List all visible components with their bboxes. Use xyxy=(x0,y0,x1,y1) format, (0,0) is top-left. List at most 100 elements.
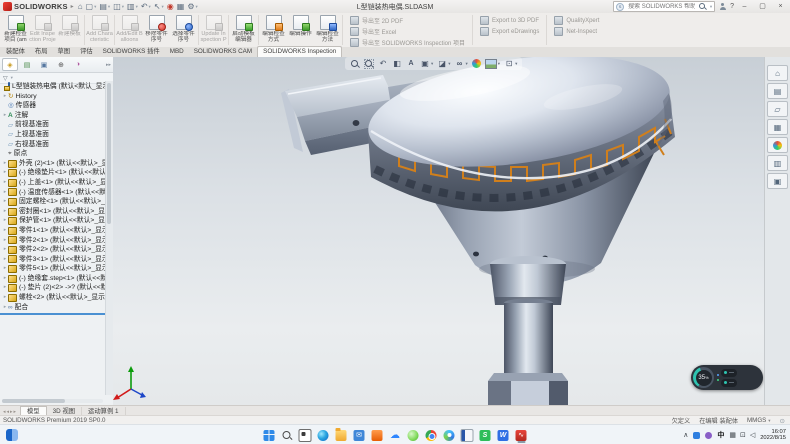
taskpane-file-explorer-button[interactable]: ▱ xyxy=(767,101,788,117)
tree-item[interactable]: ▸零件1<1> (默认<<默认>_显示状态 xyxy=(0,226,106,236)
view-settings-button[interactable]: ▾ xyxy=(504,59,517,69)
ribbon-tab-布局[interactable]: 布局 xyxy=(30,47,53,57)
ribbon-tab-SOLIDWORKS Inspection[interactable]: SOLIDWORKS Inspection xyxy=(257,46,342,57)
view-orientation-button[interactable]: ▾ xyxy=(420,59,433,69)
dropdown-caret-icon[interactable]: ▾ xyxy=(136,4,138,10)
panel-tab-property-manager[interactable]: ▤ xyxy=(19,58,35,71)
tree-item[interactable]: ▸A注解 xyxy=(0,111,106,121)
badge-toggle-icon[interactable] xyxy=(721,379,737,387)
badge-toggle-icon[interactable] xyxy=(721,369,737,377)
taskbar-mail-icon[interactable] xyxy=(352,427,367,443)
tray-chevron-icon[interactable]: ∧ xyxy=(683,431,688,439)
tree-item[interactable]: ▸↻History xyxy=(0,92,106,102)
taskbar-wps-icon[interactable] xyxy=(496,427,511,443)
tree-item[interactable]: ▸(-) 温度传感器<1> (默认<<默认>_ xyxy=(0,188,106,198)
ribbon-tab-MBD[interactable]: MBD xyxy=(165,47,189,57)
select-icon[interactable]: ↖▾ xyxy=(154,2,164,11)
ribbon-tab-评估[interactable]: 评估 xyxy=(75,47,98,57)
home-icon[interactable]: ⌂ xyxy=(78,2,83,11)
close-button[interactable]: × xyxy=(773,1,788,12)
volume-icon[interactable]: ◁ xyxy=(750,431,755,439)
search-input[interactable] xyxy=(626,3,697,11)
taskbar-clock[interactable]: 16:07 2022/8/15 xyxy=(760,429,786,442)
tree-item[interactable]: ▸零件2<2> (默认<<默认>_显示状 xyxy=(0,245,106,255)
dropdown-caret-icon[interactable]: ▾ xyxy=(448,61,450,67)
ribbon-tab-SOLIDWORKS 插件[interactable]: SOLIDWORKS 插件 xyxy=(98,47,165,57)
tray-app-blue-icon[interactable] xyxy=(693,432,700,439)
taskpane-forum-button[interactable]: ▣ xyxy=(767,173,788,189)
new-document-icon[interactable]: ▢▾ xyxy=(86,2,97,11)
help-button[interactable]: ? xyxy=(730,3,734,10)
ribbon-button-update-project[interactable]: Update Inspection Project xyxy=(200,13,227,47)
taskbar-app-s-green-icon[interactable] xyxy=(478,427,493,443)
ribbon-tab-装配体[interactable]: 装配体 xyxy=(1,47,30,57)
tree-item[interactable]: ▸(-) 绝缘垫片<1> (默认<<默认>_显 xyxy=(0,168,106,178)
tree-item[interactable]: ▸保护管<1> (默认<<默认>_显示状 xyxy=(0,216,106,226)
tree-horizontal-scrollbar[interactable] xyxy=(2,399,103,403)
ribbon-button-new-template[interactable]: 新建模板 xyxy=(56,13,83,47)
dropdown-caret-icon[interactable]: ▾ xyxy=(768,418,770,423)
ime-indicator[interactable]: 中 xyxy=(717,430,724,440)
export-item[interactable]: 导出至 Excel xyxy=(350,27,465,36)
panel-tab-feature-manager[interactable]: ◈ xyxy=(2,58,18,71)
ribbon-button-template-editor[interactable]: 启动模板编辑器 xyxy=(230,13,257,47)
ribbon-tab-SOLIDWORKS CAM[interactable]: SOLIDWORKS CAM xyxy=(189,47,257,57)
taskbar-browser-icon[interactable] xyxy=(442,427,457,443)
minimize-button[interactable]: – xyxy=(737,1,752,12)
tree-item[interactable]: ⌖原点 xyxy=(0,149,106,159)
panel-tab-display-manager[interactable]: ◑ xyxy=(70,58,86,71)
taskbar-task-view-icon[interactable] xyxy=(298,427,313,443)
search-caret-icon[interactable]: ▾ xyxy=(710,4,712,10)
tree-item[interactable]: ▱右视基准面 xyxy=(0,140,106,150)
input-grid-icon[interactable]: ▦ xyxy=(729,431,736,439)
options-icon[interactable]: ⚙▾ xyxy=(187,2,197,11)
ribbon-button-remove-balloons[interactable]: 移除零件序号 xyxy=(143,13,170,47)
taskbar-notes-app-icon[interactable] xyxy=(460,427,475,443)
restore-button[interactable]: ▢ xyxy=(755,1,770,12)
tree-root-item[interactable]: L型铠装热电偶 (默认<默认_显示状态-1 xyxy=(0,82,106,92)
ribbon-button-new-project[interactable]: 新建检查项目 (amp;N) xyxy=(2,13,29,47)
graphics-viewport[interactable]: ▾▾▾▾▾ 35% xyxy=(113,57,765,405)
export-item[interactable]: Export eDrawings xyxy=(480,27,539,36)
dropdown-caret-icon[interactable]: ▾ xyxy=(196,4,198,10)
taskbar-chrome-icon[interactable] xyxy=(424,427,439,443)
ribbon-button-edit-project[interactable]: Edit Inspection Project xyxy=(29,13,56,47)
tree-item[interactable]: ▸固定螺栓<1> (默认<<默认>_显示 xyxy=(0,197,106,207)
taskpane-appearances-scenes-button[interactable] xyxy=(767,137,788,153)
export-item[interactable]: QualityXpert xyxy=(554,16,599,25)
taskbar-app-green-icon[interactable] xyxy=(406,427,421,443)
section-view-button[interactable] xyxy=(392,59,402,69)
panel-tab-dimxpert-manager[interactable]: ⊕ xyxy=(53,58,69,71)
tree-item[interactable]: ▱上视基准面 xyxy=(0,130,106,140)
viewport-3d-model[interactable] xyxy=(113,57,765,405)
export-item[interactable]: 导出至 SOLIDWORKS Inspection 项目 xyxy=(350,38,465,47)
taskpane-custom-properties-button[interactable]: ▥ xyxy=(767,155,788,171)
tree-item[interactable]: ◎传感器 xyxy=(0,101,106,111)
tray-app-purple-icon[interactable] xyxy=(705,432,712,439)
scroll-thumb[interactable] xyxy=(107,83,111,224)
protection-tube[interactable] xyxy=(504,299,553,384)
taskbar-app-orange-icon[interactable] xyxy=(370,427,385,443)
tree-item[interactable]: ▸(-) 上盖<1> (默认<<默认>_显示状 xyxy=(0,178,106,188)
dropdown-caret-icon[interactable]: ▾ xyxy=(466,61,468,67)
dropdown-caret-icon[interactable]: ▾ xyxy=(94,4,96,10)
display-connect-icon[interactable]: ⊡ xyxy=(740,431,746,439)
tree-vertical-scrollbar[interactable] xyxy=(105,81,113,395)
tree-splitter-bar[interactable] xyxy=(0,313,106,315)
export-item[interactable]: 导出至 2D PDF xyxy=(350,16,465,25)
taskpane-solidworks-resources-button[interactable]: ⌂ xyxy=(767,65,788,81)
hex-nut[interactable] xyxy=(488,373,568,405)
dropdown-caret-icon[interactable]: ▾ xyxy=(431,61,433,67)
export-item[interactable]: Export to 3D PDF xyxy=(480,16,539,25)
taskbar-cloud-drive-icon[interactable] xyxy=(388,427,403,443)
panel-tab-configuration-manager[interactable]: ▣ xyxy=(36,58,52,71)
taskbar-file-explorer-icon[interactable] xyxy=(334,427,349,443)
status-item-2[interactable]: MMGS▾ xyxy=(747,417,771,424)
edit-appearance-button[interactable] xyxy=(472,59,481,68)
tree-item[interactable]: ▸零件3<1> (默认<<默认>_显示状 xyxy=(0,255,106,265)
dropdown-caret-icon[interactable]: ▾ xyxy=(498,61,500,67)
tree-item[interactable]: ▸密封圈<1> (默认<<默认>_显示状 xyxy=(0,207,106,217)
taskpane-view-palette-button[interactable]: ▦ xyxy=(767,119,788,135)
taskpane-design-library-button[interactable]: ▤ xyxy=(767,83,788,99)
export-item[interactable]: Net-Inspect xyxy=(554,27,599,36)
